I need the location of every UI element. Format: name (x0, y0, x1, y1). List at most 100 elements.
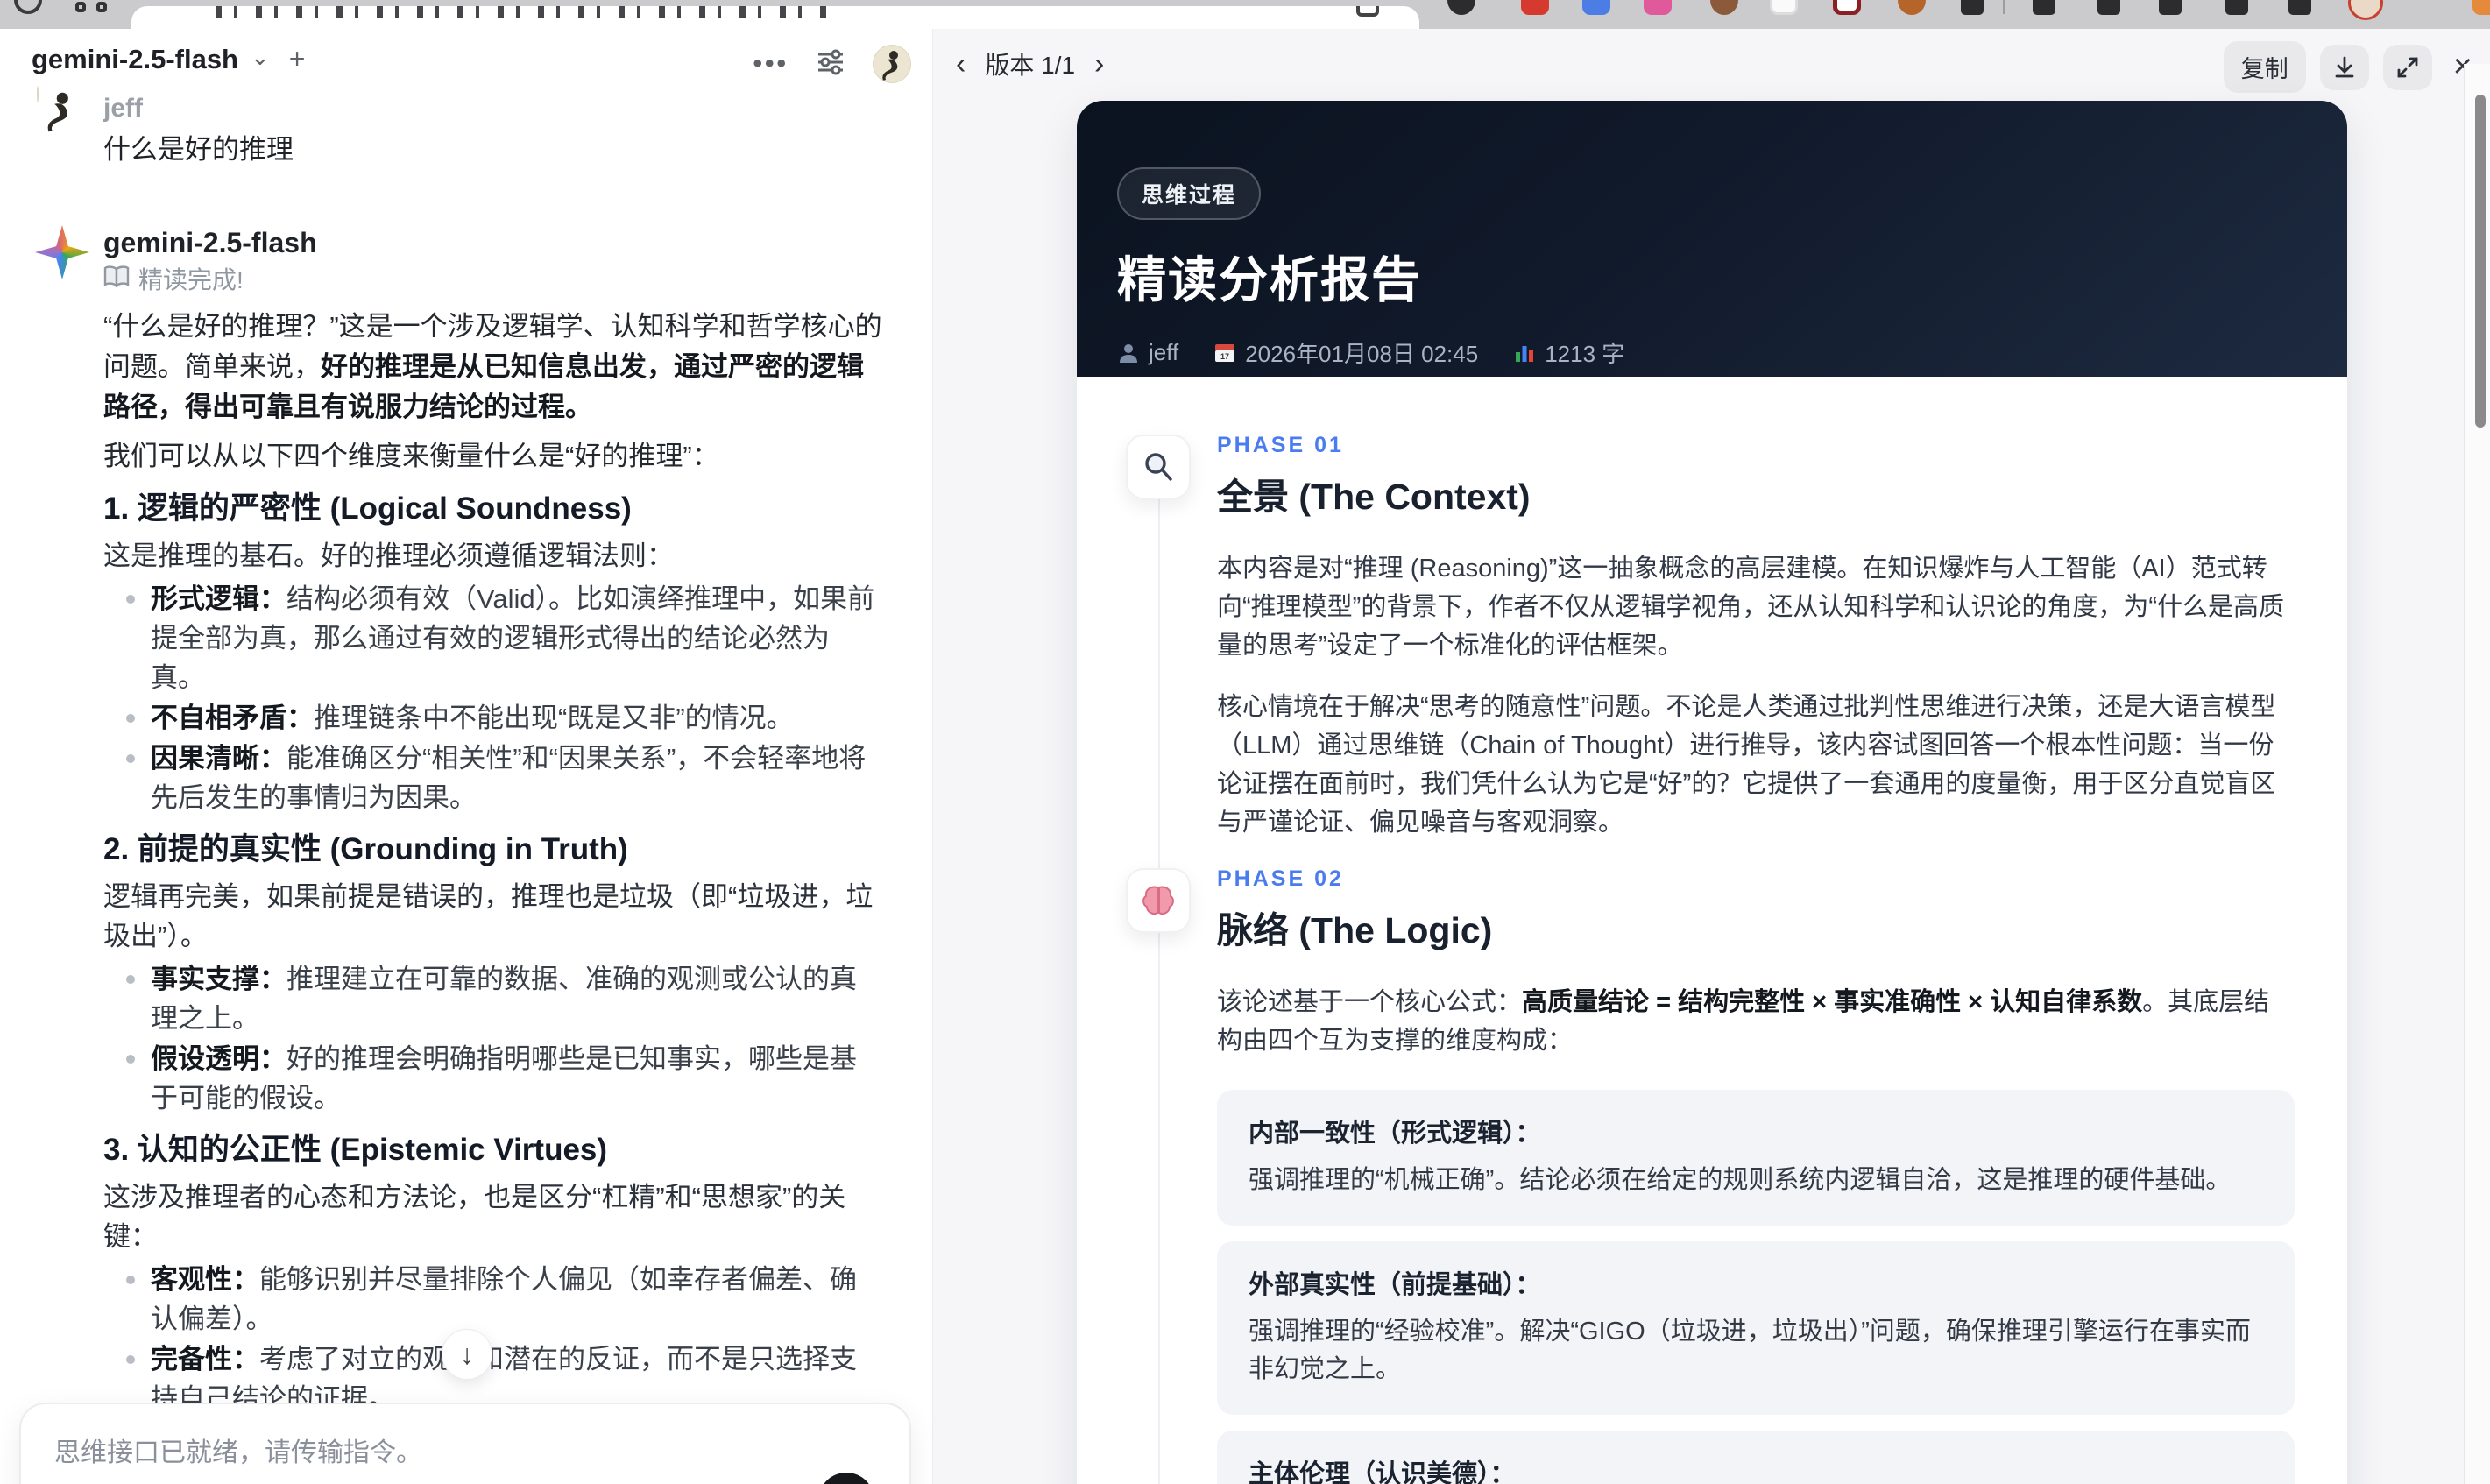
scroll-to-bottom-button[interactable]: ↓ (442, 1329, 492, 1380)
section-heading-1: 1. 逻辑的严密性 (Logical Soundness) (103, 491, 632, 526)
extension-icon[interactable] (2472, 0, 2490, 15)
logic-card-text: 强调推理的“经验校准”。解决“GIGO（垃圾进，垃圾出）”问题，确保推理引擎运行… (1249, 1318, 2251, 1383)
logic-card-3: 主体伦理（认识美德）： 转向推理者的心理特征。引入奥卡姆剃刀和反向论证，旨在克服… (1217, 1431, 2295, 1484)
person-icon (1120, 343, 1137, 363)
report-meta: jeff 17 2026年01月08日 02:45 1213 字 (1117, 336, 2307, 369)
browser-profile-avatar[interactable] (2348, 0, 2383, 20)
phase-paragraph: 本内容是对“推理 (Reasoning)”这一抽象概念的高层建模。在知识爆炸与人… (1217, 555, 2284, 660)
chat-title[interactable]: gemini-2.5-flash (32, 44, 238, 75)
date-meta: 17 2026年01月08日 02:45 (1213, 336, 1478, 369)
list-item: 客观性：能够识别并尽量排除个人偏见（如幸存者偏差、确认偏差）。 (103, 1260, 883, 1339)
new-chat-button[interactable]: + (289, 43, 306, 75)
artifact-toolbar: ‹ 版本 1/1 › 复制 × (956, 41, 2479, 93)
logic-card-title: 外部真实性（前提基础）： (1249, 1271, 1541, 1299)
list-item: 事实支撑：推理建立在可靠的数据、准确的观测或公认的真理之上。 (103, 959, 883, 1038)
browser-nav-icon[interactable] (14, 0, 42, 14)
list-item: 形式逻辑：结构必须有效（Valid）。比如演绎推理中，如果前提全部为真，那么通过… (103, 579, 883, 697)
phase-02: PHASE 02 脉络 (The Logic) 该论述基于一个核心公式：高质量结… (1126, 866, 2295, 1484)
chat-header: gemini-2.5-flash ⌄ + ••• (32, 43, 913, 88)
toolbar-icon[interactable] (2225, 0, 2248, 15)
chat-panel: gemini-2.5-flash ⌄ + ••• jeff 什么是好的推理 ge… (0, 29, 932, 1484)
toolbar-icon[interactable] (2288, 0, 2311, 15)
report-header: 思维过程 精读分析报告 jeff 17 2026年01月08日 02:45 12… (1077, 101, 2347, 377)
section-heading-2: 2. 前提的真实性 (Grounding in Truth) (103, 832, 628, 866)
extension-icon[interactable] (1521, 0, 1549, 15)
extension-icon[interactable] (1447, 0, 1475, 15)
section-intro: 逻辑再完美，如果前提是错误的，推理也是垃圾（即“垃圾进，垃圾出”）。 (103, 881, 874, 951)
extension-icon[interactable] (1898, 0, 1926, 15)
chat-thread: jeff 什么是好的推理 gemini-2.5-flash 精读完成! “什么是… (103, 94, 883, 1484)
toolbar-icon[interactable] (2097, 0, 2120, 15)
gemini-sparkle-icon (35, 225, 89, 279)
user-message: 什么是好的推理 (103, 134, 294, 165)
assistant-name: gemini-2.5-flash (103, 227, 317, 258)
report-title: 精读分析报告 (1117, 252, 1422, 307)
toolbar-divider (2003, 0, 2005, 14)
list-item: 因果清晰：能准确区分“相关性”和“因果关系”，不会轻率地将先后发生的事情归为因果… (103, 738, 883, 817)
prev-version-button[interactable]: ‹ (956, 47, 966, 81)
extension-icon[interactable] (1644, 0, 1672, 15)
browser-grid-icon[interactable] (75, 0, 107, 12)
logic-card-title: 主体伦理（认识美德）： (1249, 1460, 1516, 1484)
phase-label: PHASE 01 (1217, 433, 1344, 457)
panel-scrollbar[interactable] (2464, 64, 2490, 1484)
report-body: PHASE 01 全景 (The Context) 本内容是对“推理 (Reas… (1077, 377, 2347, 1484)
section-intro: 这涉及推理者的心态和方法论，也是区分“杠精”和“思想家”的关键： (103, 1182, 846, 1252)
extension-icon[interactable] (1582, 0, 1610, 15)
toolbar-icon[interactable] (2033, 0, 2055, 15)
chevron-down-icon[interactable]: ⌄ (251, 44, 270, 71)
phase-lead: 该论述基于一个核心公式：高质量结论 = 结构完整性 × 事实准确性 × 认知自律… (1217, 988, 2270, 1055)
logic-card-list: 内部一致性（形式逻辑）： 强调推理的“机械正确”。结论必须在给定的规则系统内逻辑… (1217, 1090, 2295, 1484)
arrow-down-icon: ↓ (460, 1338, 474, 1370)
svg-text:17: 17 (1220, 352, 1229, 361)
section-intro: 这是推理的基石。好的推理必须遵循逻辑法则： (103, 541, 674, 571)
browser-tab[interactable] (131, 6, 1419, 29)
wordcount-meta: 1213 字 (1513, 336, 1624, 369)
browser-tab-title-clipped (216, 6, 829, 18)
section-heading-3: 3. 认知的公正性 (Epistemic Virtues) (103, 1133, 608, 1167)
expand-button[interactable] (2382, 44, 2432, 90)
phase-paragraph: 核心情境在于解决“思考的随意性”问题。不论是人类通过批判性思维进行决策，还是大语… (1217, 693, 2276, 837)
toolbar-icon[interactable] (1961, 0, 1984, 15)
more-options-button[interactable]: ••• (753, 49, 789, 79)
browser-top-strip (0, 0, 2490, 29)
assistant-lead: 我们可以从以下四个维度来衡量什么是“好的推理”： (103, 441, 719, 471)
voice-input-button[interactable] (818, 1473, 874, 1484)
book-icon (103, 265, 130, 294)
message-composer[interactable]: 思维接口已就绪，请传输指令。 + (19, 1403, 911, 1484)
bar-chart-icon (1516, 345, 1534, 362)
list-item: 假设透明：好的推理会明确指明哪些是已知事实，哪些是基于可能的假设。 (103, 1039, 883, 1118)
bullet-list: 事实支撑：推理建立在可靠的数据、准确的观测或公认的真理之上。 假设透明：好的推理… (103, 959, 883, 1118)
list-item: 不自相矛盾：推理链条中不能出现“既是又非”的情况。 (103, 698, 883, 738)
author-meta: jeff (1117, 339, 1178, 366)
message-avatar (37, 86, 88, 138)
toolbar-icon[interactable] (2159, 0, 2182, 15)
extension-icon[interactable] (1710, 0, 1738, 15)
magnifier-icon (1126, 435, 1191, 499)
download-button[interactable] (2319, 44, 2369, 90)
composer-placeholder[interactable]: 思维接口已就绪，请传输指令。 (54, 1431, 422, 1469)
copy-button[interactable]: 复制 (2223, 41, 2306, 93)
logic-card-1: 内部一致性（形式逻辑）： 强调推理的“机械正确”。结论必须在给定的规则系统内逻辑… (1217, 1090, 2295, 1226)
browser-tab-icon (1356, 6, 1379, 17)
extension-icon[interactable] (1833, 0, 1861, 15)
logic-card-text: 强调推理的“机械正确”。结论必须在给定的规则系统内逻辑自洽，这是推理的硬件基础。 (1249, 1166, 2232, 1194)
phase-title: 全景 (The Context) (1217, 477, 1531, 517)
report-badge: 思维过程 (1117, 167, 1262, 220)
assistant-status: 精读完成! (103, 265, 883, 294)
settings-sliders-icon[interactable] (815, 46, 846, 82)
logic-card-title: 内部一致性（形式逻辑）： (1249, 1120, 1541, 1148)
user-avatar[interactable] (873, 45, 911, 83)
user-name: jeff (103, 94, 143, 123)
calendar-icon: 17 (1215, 343, 1235, 362)
extension-icon[interactable] (1770, 0, 1798, 15)
artifact-panel: ‹ 版本 1/1 › 复制 × 思维过程 精读分析报告 jeff 17 2026… (932, 29, 2490, 1484)
scrollbar-thumb[interactable] (2475, 95, 2486, 428)
phase-label: PHASE 02 (1217, 866, 1344, 891)
next-version-button[interactable]: › (1094, 47, 1104, 81)
brain-icon (1126, 868, 1191, 933)
report-card: 思维过程 精读分析报告 jeff 17 2026年01月08日 02:45 12… (1077, 101, 2347, 1484)
phase-title: 脉络 (The Logic) (1217, 910, 1493, 950)
version-label: 版本 1/1 (985, 52, 1076, 79)
logic-card-2: 外部真实性（前提基础）： 强调推理的“经验校准”。解决“GIGO（垃圾进，垃圾出… (1217, 1241, 2295, 1415)
